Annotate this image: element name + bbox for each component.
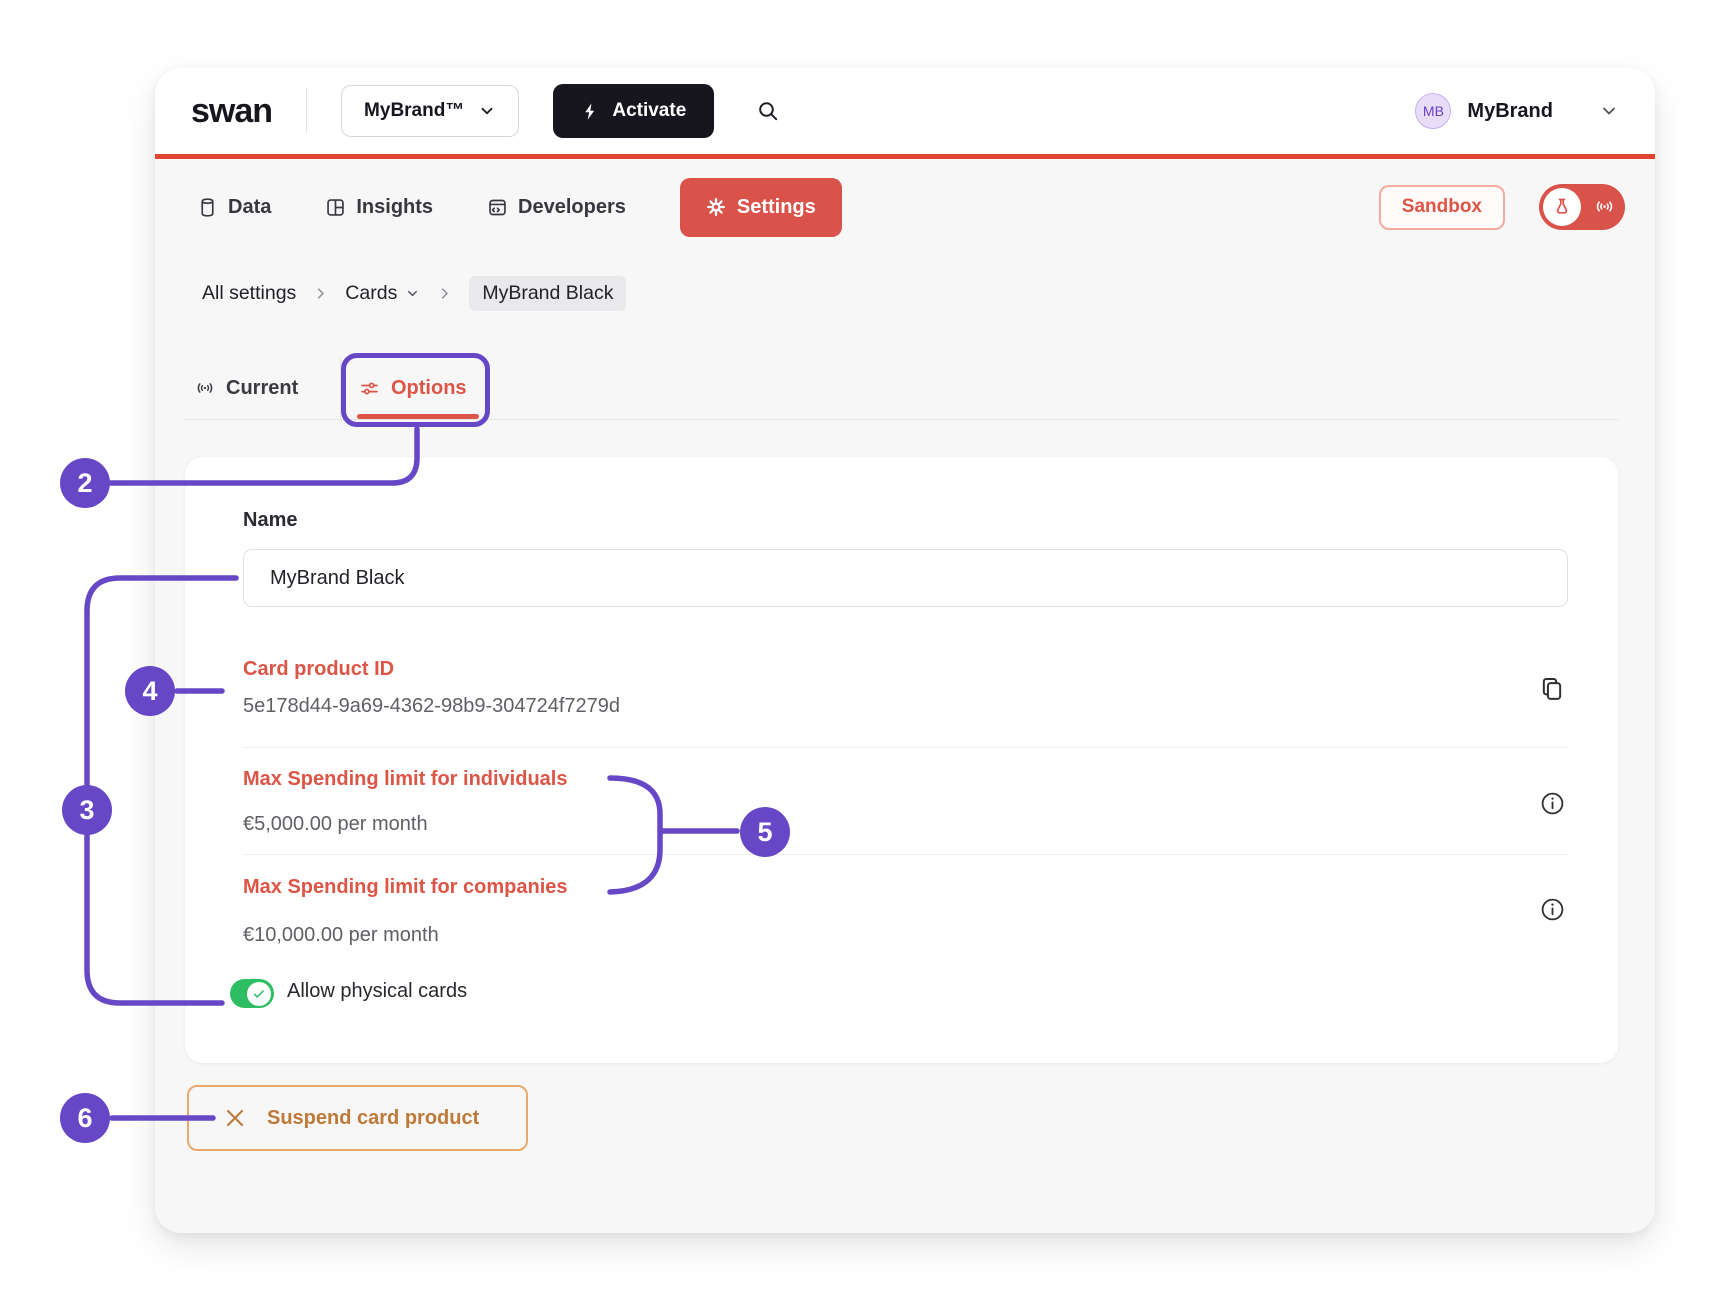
insights-icon — [325, 197, 346, 218]
account-name: MyBrand — [1467, 100, 1553, 123]
search-button[interactable] — [756, 99, 780, 123]
suspend-label: Suspend card product — [267, 1107, 479, 1130]
annotation-circle-4: 4 — [125, 666, 175, 716]
card-product-id-value: 5e178d44-9a69-4362-98b9-304724f7279d — [243, 695, 620, 718]
activate-button[interactable]: Activate — [553, 84, 714, 138]
chevron-right-icon — [437, 286, 452, 301]
sandbox-label: Sandbox — [1402, 196, 1482, 218]
gear-icon — [706, 197, 726, 217]
allow-physical-cards-label: Allow physical cards — [287, 980, 467, 1003]
check-icon — [247, 982, 271, 1006]
tab-label: Options — [391, 377, 467, 400]
chevron-down-icon — [478, 102, 496, 120]
breadcrumb-current-page[interactable]: MyBrand Black — [469, 276, 626, 311]
nav-item-label: Settings — [737, 196, 816, 219]
breadcrumb: All settings Cards MyBrand Black — [202, 276, 626, 310]
limit-companies-label: Max Spending limit for companies — [243, 876, 568, 899]
terminal-icon — [487, 197, 508, 218]
tab-label: Current — [226, 377, 298, 400]
nav-item-insights[interactable]: Insights — [325, 196, 433, 219]
nav-item-label: Data — [228, 196, 271, 219]
sliders-icon — [359, 378, 380, 399]
nav-item-data[interactable]: Data — [197, 196, 271, 219]
header-divider — [306, 89, 307, 133]
live-signal-icon — [1594, 196, 1615, 220]
activate-label: Activate — [612, 100, 686, 122]
header-accent-line — [155, 154, 1655, 159]
chevron-down-icon — [1599, 101, 1619, 121]
name-field-label: Name — [243, 509, 297, 532]
name-input[interactable] — [243, 549, 1568, 607]
chevron-right-icon — [313, 286, 328, 301]
primary-nav: Data Insights Developers Settings Sandbo… — [155, 159, 1655, 255]
nav-item-settings[interactable]: Settings — [680, 178, 842, 237]
annotation-circle-2: 2 — [60, 458, 110, 508]
account-menu[interactable]: MB MyBrand — [1415, 93, 1619, 129]
brand-selector-label: MyBrand™ — [364, 100, 464, 122]
avatar: MB — [1415, 93, 1451, 129]
tab-divider — [340, 357, 341, 420]
breadcrumb-cards[interactable]: Cards — [345, 282, 420, 305]
chevron-down-icon — [405, 286, 420, 301]
tab-options[interactable]: Options — [359, 370, 467, 406]
limit-companies-value: €10,000.00 per month — [243, 924, 439, 947]
tab-current[interactable]: Current — [195, 370, 298, 406]
database-icon — [197, 197, 218, 218]
annotation-circle-5: 5 — [740, 807, 790, 857]
tabs-bottom-border — [185, 419, 1618, 420]
annotation-circle-6: 6 — [60, 1093, 110, 1143]
signal-icon — [195, 378, 215, 398]
search-icon — [756, 99, 780, 123]
allow-physical-cards-toggle[interactable] — [230, 979, 274, 1008]
card-product-form: Name Card product ID 5e178d44-9a69-4362-… — [185, 457, 1618, 1063]
suspend-card-product-button[interactable]: Suspend card product — [187, 1085, 528, 1151]
header: swan MyBrand™ Activate MB MyBrand — [155, 68, 1655, 154]
sandbox-live-toggle[interactable] — [1539, 184, 1625, 230]
active-tab-underline — [357, 414, 479, 419]
nav-item-label: Insights — [356, 196, 433, 219]
brand-selector-dropdown[interactable]: MyBrand™ — [341, 85, 519, 137]
breadcrumb-cards-label: Cards — [345, 282, 397, 305]
row-divider — [243, 854, 1568, 855]
breadcrumb-all-settings[interactable]: All settings — [202, 282, 296, 305]
bolt-icon — [581, 102, 600, 121]
limit-individuals-label: Max Spending limit for individuals — [243, 768, 567, 791]
sandbox-badge[interactable]: Sandbox — [1379, 185, 1505, 230]
limit-individuals-value: €5,000.00 per month — [243, 813, 428, 836]
nav-item-label: Developers — [518, 196, 626, 219]
nav-item-developers[interactable]: Developers — [487, 196, 626, 219]
row-divider — [243, 747, 1568, 748]
annotation-circle-3: 3 — [62, 785, 112, 835]
flask-icon — [1543, 188, 1581, 226]
card-product-id-label: Card product ID — [243, 658, 394, 681]
close-icon — [223, 1106, 247, 1130]
swan-logo: swan — [191, 92, 272, 131]
page: swan MyBrand™ Activate MB MyBrand — [0, 0, 1716, 1295]
